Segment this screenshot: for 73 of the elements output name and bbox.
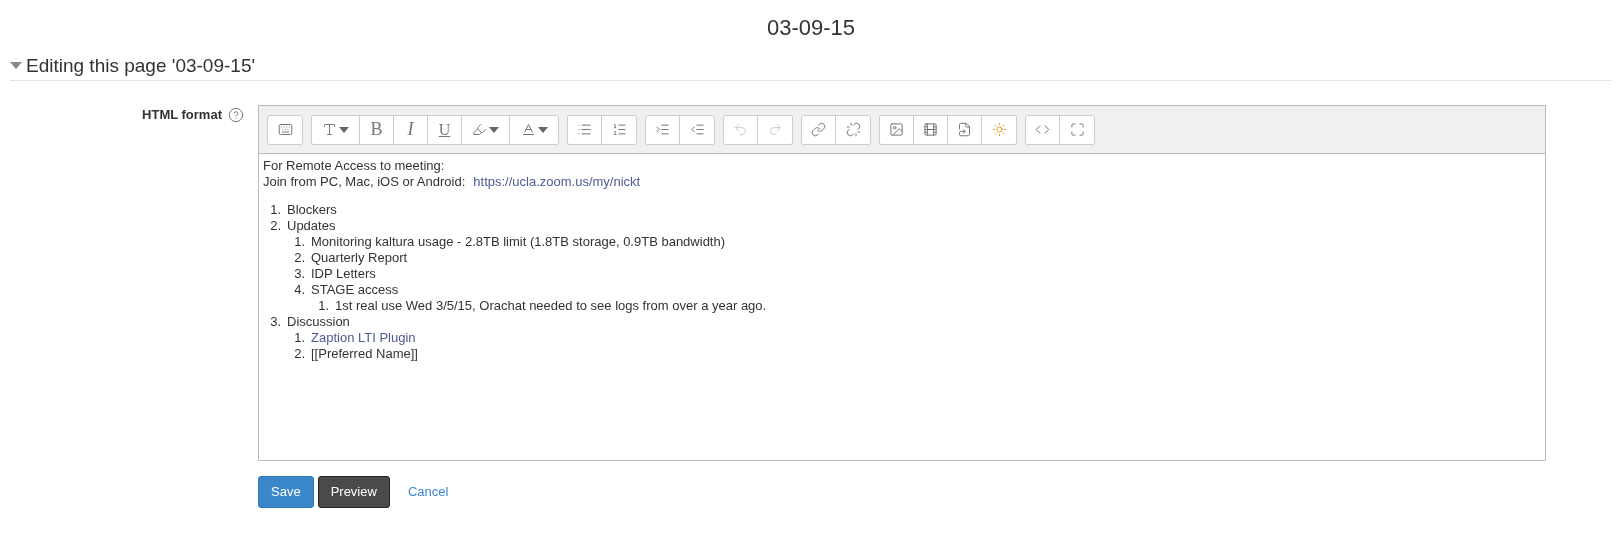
image-icon [889,122,904,137]
redo-button[interactable] [758,115,792,144]
outdent-button[interactable] [680,115,714,144]
paragraph: Join from PC, Mac, iOS or Android: [263,174,466,190]
link[interactable]: Zaption LTI Plugin [311,330,416,346]
unlink-icon [845,122,861,137]
file-icon [957,122,972,137]
undo-icon [733,122,748,137]
list-number: 2. [293,346,306,362]
undo-button[interactable] [724,115,758,144]
keyboard-icon [277,122,293,137]
media-button[interactable] [914,115,948,144]
list-number: 1. [293,234,306,250]
list-item-text: Monitoring kaltura usage - 2.8TB limit (1.8TB storage, 0.9TB bandwidth) [311,234,726,250]
text-size-icon [322,122,337,137]
bold-button[interactable]: B [360,115,394,144]
list-item-text: Blockers [287,202,337,218]
help-icon[interactable] [228,107,244,123]
link-button[interactable] [802,115,836,144]
highlighter-icon [472,122,487,137]
film-icon [923,122,938,137]
text-color-icon [520,122,536,137]
form-button[interactable]: Preview [317,476,390,508]
indent-button[interactable] [646,115,680,144]
indent-icon [655,122,670,137]
keyboard-toolbar-button[interactable] [267,114,303,145]
list-item-text: [[Preferred Name]] [311,346,418,362]
bullet-list-icon [577,122,592,137]
list-number: 2. [293,250,306,266]
list-number: 1. [317,298,330,314]
numbered-list-button[interactable] [602,115,636,144]
list-item-text: Quarterly Report [311,250,408,266]
list-item-text: 1st real use Wed 3/5/15, Orachat needed to see logs from over a year ago. [335,298,767,314]
image-button[interactable] [880,115,914,144]
font-size-button[interactable] [312,115,360,144]
html-source-button[interactable] [1026,115,1060,144]
paragraph: For Remote Access to meeting: [263,158,445,174]
list-number: 4. [293,282,306,298]
text-color-button[interactable] [510,115,558,144]
italic-button[interactable]: I [394,115,428,144]
list-item-text: STAGE access [311,282,399,298]
section-heading[interactable]: Editing this page '03-09-15' [26,54,256,78]
highlight-button[interactable] [462,115,510,144]
list-number: 2. [269,218,282,234]
outdent-icon [689,122,705,137]
underline-button[interactable]: U [428,115,462,144]
link[interactable]: https://ucla.zoom.us/my/nickt [473,174,641,190]
numbered-list-icon [611,122,627,137]
caret-icon [489,126,499,133]
file-button[interactable] [948,115,982,144]
caret-icon [339,126,349,133]
list-item-text: Updates [287,218,336,234]
list-item-text: Discussion [287,314,350,330]
list-number: 1. [269,202,282,218]
fullscreen-button[interactable] [1060,115,1094,144]
form-button[interactable]: Save [258,476,314,508]
list-number: 3. [269,314,282,330]
sunburst-icon [991,122,1007,137]
cancel-link[interactable]: Cancel [393,476,463,508]
collapse-icon[interactable] [10,62,22,70]
page-title: 03-09-15 [766,14,856,42]
unlink-button[interactable] [836,115,870,144]
list-number: 1. [293,330,306,346]
list-item-text: IDP Letters [311,266,376,282]
widget-button[interactable] [982,115,1016,144]
redo-icon [767,122,783,137]
code-icon [1035,122,1050,137]
caret-icon [537,126,548,133]
link-icon [811,122,826,137]
bullet-list-button[interactable] [568,115,602,144]
list-number: 3. [293,266,306,282]
field-label: HTML format [142,107,222,123]
fullscreen-icon [1069,122,1085,137]
